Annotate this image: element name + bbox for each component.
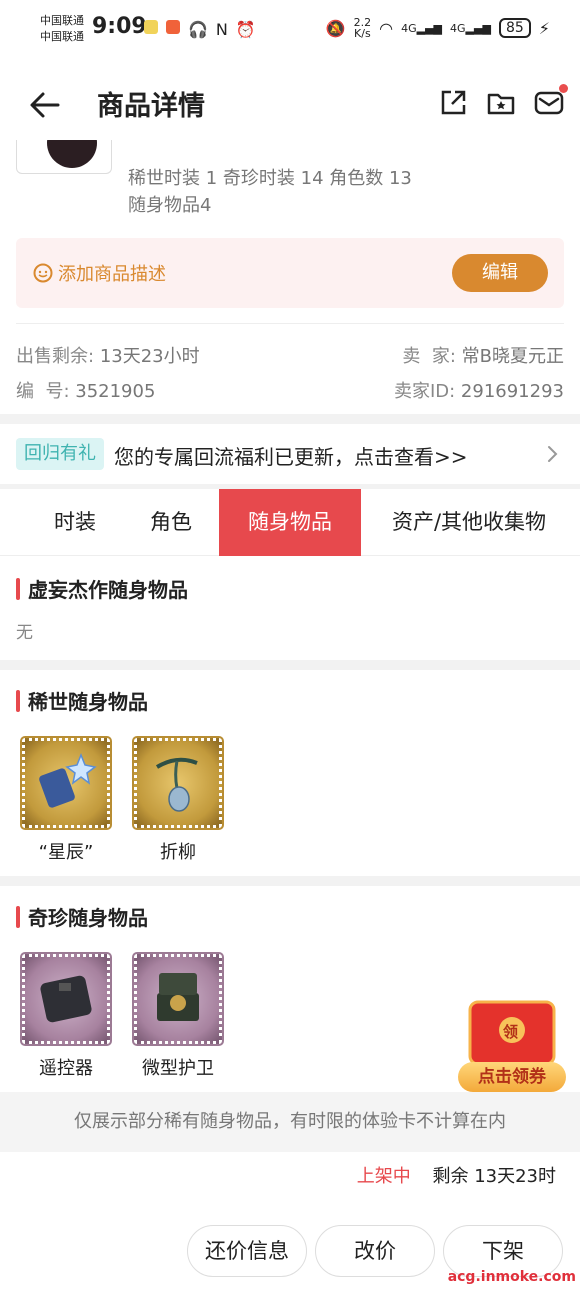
tab-accessories[interactable]: 随身物品 (219, 489, 361, 556)
item-number-value: 3521905 (75, 381, 156, 402)
seller-label: 卖 家: (402, 346, 456, 367)
remaining-label: 出售剩余: (16, 346, 95, 367)
stats-line-2: 随身物品4 (128, 195, 212, 216)
exotic-item[interactable]: 微型护卫 (132, 952, 224, 1080)
return-gift-tag: 回归有礼 (16, 438, 104, 470)
item-stamp-image (20, 736, 112, 830)
notice-text: 仅展示部分稀有随身物品，有时限的体验卡不计算在内 (0, 1092, 580, 1152)
charging-icon: ⚡ (538, 18, 550, 38)
add-description[interactable]: 添加商品描述 (32, 260, 166, 286)
seller-name: 卖 家: 常B晓夏元正 (402, 342, 564, 368)
listing-state: 上架中 (356, 1166, 411, 1187)
signal-2: 4G▂▄▆ (450, 21, 491, 35)
product-thumbnail[interactable] (16, 140, 112, 174)
seller-id-value: 291691293 (460, 381, 564, 402)
tab-fashion[interactable]: 时装 (30, 489, 120, 556)
nfc-icon: N (215, 20, 228, 39)
headphones-icon: 🎧 (188, 20, 208, 39)
rare-section-title: 稀世随身物品 (16, 686, 148, 715)
remote-control-icon (40, 975, 92, 1023)
item-stamp-image (20, 952, 112, 1046)
masterpiece-empty-text: 无 (16, 623, 33, 643)
coupon-widget[interactable]: 领 点击领券 (452, 998, 572, 1094)
mute-icon: 🔕 (325, 18, 346, 38)
remaining-value: 13天23小时 (99, 346, 200, 367)
mail-icon (534, 91, 564, 115)
back-arrow-icon[interactable] (28, 88, 62, 122)
section-separator (0, 876, 580, 886)
return-gift-text: 您的专属回流福利已更新，点击查看>> (114, 445, 468, 469)
item-number-label: 编 号: (16, 381, 70, 402)
net-speed: 2.2 K/s (354, 17, 372, 39)
add-description-label: 添加商品描述 (58, 264, 166, 285)
nav-actions (438, 84, 568, 118)
network-type-2: 4G (450, 21, 466, 35)
category-tabs: 时装 角色 随身物品 资产/其他收集物 (0, 489, 580, 556)
rare-item[interactable]: “星辰” (20, 736, 112, 864)
change-price-button[interactable]: 改价 (315, 1225, 435, 1277)
item-name: 遥控器 (39, 1058, 93, 1079)
nav-bar: 商品详情 (0, 70, 580, 140)
alarm-icon: ⏰ (235, 20, 256, 39)
item-number: 编 号: 3521905 (16, 377, 155, 403)
section-separator (0, 414, 580, 424)
listing-status: 上架中 剩余 13天23时 (357, 1162, 556, 1188)
divider (16, 323, 564, 324)
signal-1: 4G▂▄▆ (401, 21, 443, 35)
coupon-badge: 领 (503, 1023, 519, 1041)
edit-button[interactable]: 编辑 (452, 254, 548, 292)
return-gift-banner[interactable]: 回归有礼 您的专属回流福利已更新，点击查看>> (0, 424, 580, 486)
wifi-icon: ◠ (379, 18, 394, 38)
watermark: acg.inmoke.com (447, 1269, 576, 1285)
seller-value: 常B晓夏元正 (461, 346, 564, 367)
coupon-label: 点击领券 (458, 1062, 566, 1092)
carrier-info: 中国联通 中国联通 (40, 13, 84, 45)
network-type-1: 4G (401, 21, 417, 35)
thumbnail-image (47, 140, 97, 168)
item-name: 微型护卫 (142, 1058, 214, 1079)
app-notification-icon (166, 20, 180, 34)
favorite-folder-icon[interactable] (486, 88, 516, 118)
system-icons: 🔕 2.2 K/s ◠ 4G▂▄▆ 4G▂▄▆ 85 ⚡ (326, 17, 550, 39)
mini-guard-icon (157, 973, 199, 1021)
unread-dot (559, 84, 568, 93)
item-stamp-image (132, 736, 224, 830)
exotic-section-title: 奇珍随身物品 (16, 902, 148, 931)
exotic-item[interactable]: 遥控器 (20, 952, 112, 1080)
section-separator (0, 660, 580, 670)
star-gem-icon (39, 752, 97, 808)
tab-assets[interactable]: 资产/其他收集物 (372, 489, 566, 556)
message-button[interactable] (534, 84, 568, 118)
rare-item[interactable]: 折柳 (132, 736, 224, 864)
listing-remaining: 剩余 13天23时 (432, 1166, 556, 1187)
remaining-time: 出售剩余: 13天23小时 (16, 342, 200, 368)
product-stats: 稀世时装 1 奇珍时装 14 角色数 13 随身物品4 (128, 165, 412, 219)
stats-line-1: 稀世时装 1 奇珍时装 14 角色数 13 (128, 168, 412, 189)
seller-id-label: 卖家ID: (393, 381, 456, 402)
willow-branch-icon (155, 757, 198, 812)
battery-level: 85 (498, 18, 531, 38)
item-stamp-image (132, 952, 224, 1046)
app-notification-icon (144, 20, 158, 34)
chevron-right-icon (548, 446, 558, 462)
page-title: 商品详情 (97, 91, 205, 122)
bargain-info-button[interactable]: 还价信息 (187, 1225, 307, 1277)
seller-id: 卖家ID: 291691293 (394, 377, 564, 403)
description-box: 添加商品描述 编辑 (16, 238, 564, 308)
item-name: 折柳 (160, 842, 196, 863)
chat-bubble-icon (33, 263, 53, 283)
tab-characters[interactable]: 角色 (126, 489, 216, 556)
item-name: “星辰” (38, 842, 94, 863)
net-speed-unit: K/s (354, 27, 371, 40)
status-bar: 中国联通 中国联通 9:09 🎧 N ⏰ 🔕 2.2 K/s ◠ 4G▂▄▆ 4… (0, 0, 580, 60)
carrier-2: 中国联通 (40, 30, 84, 43)
notification-icons: 🎧 N ⏰ (144, 20, 256, 39)
share-icon[interactable] (438, 88, 468, 118)
clock: 9:09 (92, 14, 147, 39)
carrier-1: 中国联通 (40, 14, 84, 27)
masterpiece-section-title: 虚妄杰作随身物品 (16, 574, 188, 603)
